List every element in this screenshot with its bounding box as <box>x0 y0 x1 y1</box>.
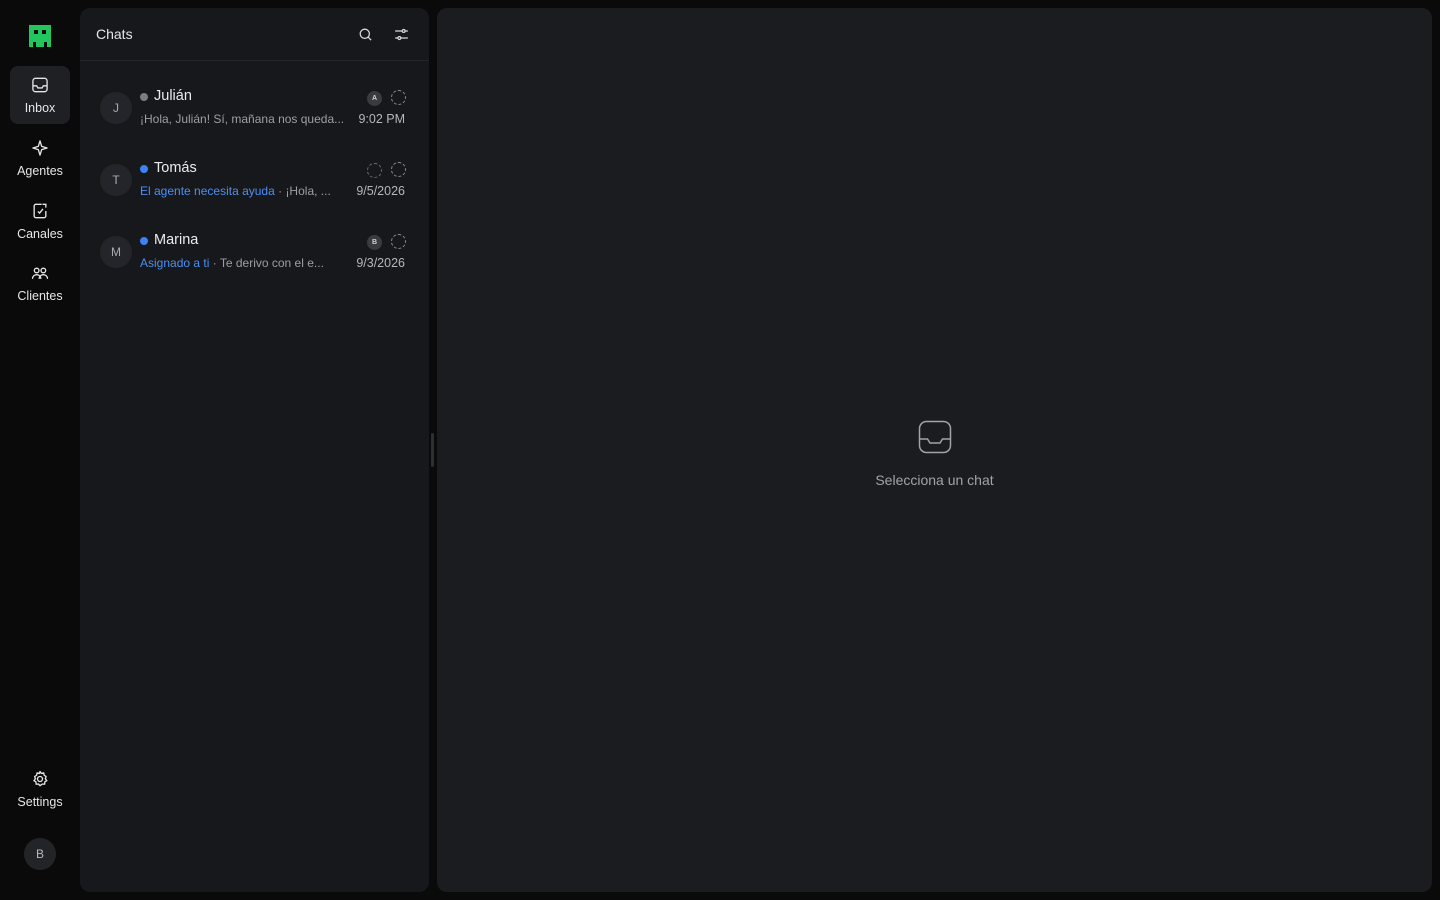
chat-name: Tomás <box>154 160 197 176</box>
inbox-icon <box>32 77 48 93</box>
nav-item-clientes[interactable]: Clientes <box>10 254 70 312</box>
status-dot <box>140 237 148 245</box>
nav-label-inbox: Inbox <box>24 101 56 115</box>
search-icon <box>359 28 372 41</box>
filter-button[interactable] <box>391 24 411 44</box>
avatar: T <box>100 164 132 196</box>
preview-text: ¡Hola, Julián! Sí, mañana nos queda... <box>140 112 345 126</box>
status-toggle[interactable] <box>391 234 406 249</box>
status-dot <box>140 93 148 101</box>
chat-time: 9:02 PM <box>358 112 405 126</box>
nav-item-agentes[interactable]: Agentes <box>10 129 70 187</box>
chat-name: Marina <box>154 232 199 248</box>
chat-item-tomas[interactable]: T Tomás El agente necesita ayuda · ¡Hola… <box>80 138 429 210</box>
nav-item-inbox[interactable]: Inbox <box>10 66 70 124</box>
status-dot <box>140 165 148 173</box>
conversation-pane: Selecciona un chat <box>437 8 1432 892</box>
nav-label-settings: Settings <box>17 795 63 809</box>
chats-panel: Chats J Julián ¡Hola, Julián! Sí, mañana… <box>80 8 429 892</box>
chat-preview: ¡Hola, Julián! Sí, mañana nos queda... <box>140 112 355 126</box>
chat-preview: El agente necesita ayuda · ¡Hola, ... <box>140 184 336 198</box>
sparkle-icon <box>32 140 48 156</box>
nav-item-canales[interactable]: Canales <box>10 192 70 250</box>
nav-item-settings[interactable]: Settings <box>10 760 70 818</box>
chat-item-marina[interactable]: M Marina Asignado a ti · Te derivo con e… <box>80 210 429 282</box>
preview-tag: El agente necesita ayuda <box>140 184 275 198</box>
users-icon <box>31 267 49 279</box>
avatar: M <box>100 236 132 268</box>
app-logo[interactable] <box>28 24 52 48</box>
avatar: J <box>100 92 132 124</box>
left-rail: Inbox Agentes Canales Clientes Settings <box>0 0 80 900</box>
status-toggle[interactable] <box>391 162 406 177</box>
nav-label-clientes: Clientes <box>17 289 63 303</box>
chats-title: Chats <box>96 26 133 42</box>
sliders-icon <box>394 28 408 40</box>
unassigned-icon <box>367 163 382 178</box>
nav-label-canales: Canales <box>17 227 63 241</box>
chat-time: 9/5/2026 <box>356 184 405 198</box>
gear-icon <box>33 770 48 787</box>
nav-label-agentes: Agentes <box>17 164 63 178</box>
chat-preview: Asignado a ti · Te derivo con el e... <box>140 256 336 270</box>
chat-item-julian[interactable]: J Julián ¡Hola, Julián! Sí, mañana nos q… <box>80 66 429 138</box>
channel-icon <box>33 203 47 219</box>
search-button[interactable] <box>355 24 375 44</box>
assignee-badge: A <box>367 91 382 106</box>
chat-name: Julián <box>154 88 192 104</box>
chats-header: Chats <box>80 8 429 61</box>
chat-time: 9/3/2026 <box>356 256 405 270</box>
user-avatar[interactable]: B <box>24 838 56 870</box>
status-toggle[interactable] <box>391 90 406 105</box>
assignee-badge: B <box>367 235 382 250</box>
preview-text: · ¡Hola, ... <box>278 184 331 198</box>
panel-resize-handle[interactable] <box>431 433 434 467</box>
preview-text: · Te derivo con el e... <box>212 256 324 270</box>
empty-state-text: Selecciona un chat <box>875 472 994 488</box>
preview-tag: Asignado a ti <box>140 256 210 270</box>
inbox-empty-icon <box>918 420 952 454</box>
